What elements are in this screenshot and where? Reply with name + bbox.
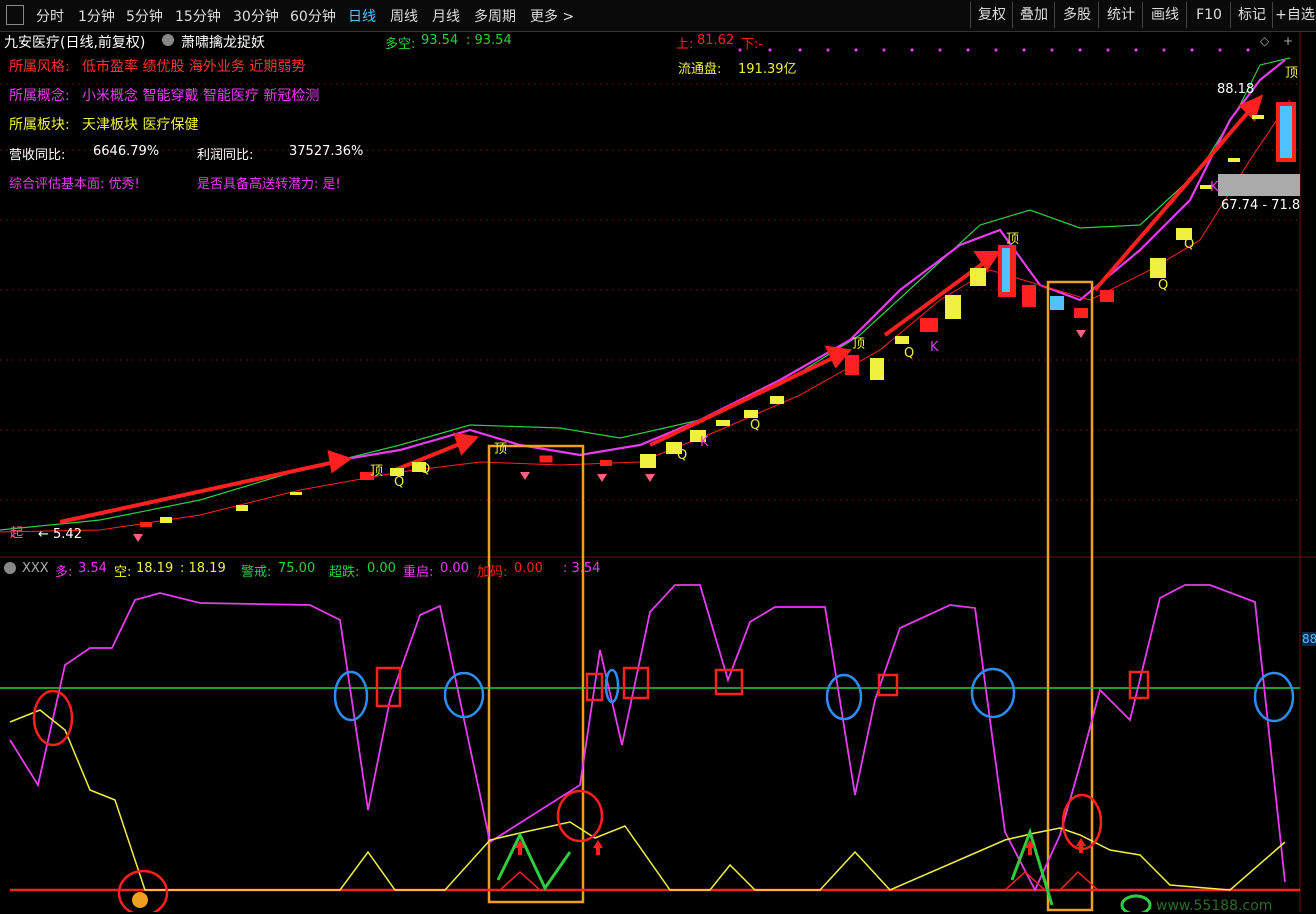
kong-value: 18.19 [136, 561, 174, 576]
warn-label: 警戒: [241, 565, 272, 580]
revenue-value: 6646.79% [93, 144, 160, 159]
q-marker: Q [904, 346, 915, 361]
warn-value: 75.00 [278, 561, 316, 576]
stock-title: 九安医疗(日线,前复权) [4, 35, 146, 51]
low-price-value: 5.42 [53, 527, 82, 542]
restart-line [496, 831, 572, 891]
annotation-circle-blue [443, 671, 485, 719]
indicator-menu-icon[interactable] [162, 34, 174, 46]
style-value: 低市盈率 绩优股 海外业务 近期弱势 [82, 59, 306, 75]
momentum-line [339, 59, 1286, 462]
up-label: 上: [676, 37, 694, 52]
q-marker: Q [394, 475, 405, 490]
addcode-label: 加码: [477, 565, 508, 580]
price-range-label: 67.74 - 71.8 [1221, 198, 1301, 213]
indicator-name: 萧啸擒龙捉妖 [181, 35, 265, 51]
subchart-name: XXX [22, 561, 49, 576]
float-value: 191.39亿 [738, 62, 797, 77]
top-marker: 顶 [370, 464, 384, 479]
low-price-label: ← 5.42 [38, 527, 82, 542]
k-marker: K [930, 340, 939, 355]
sector-value: 天津板块 医疗保健 [82, 117, 199, 133]
addcode-value: 0.00 [514, 561, 543, 576]
concept-value: 小米概念 智能穿戴 智能医疗 新冠检测 [82, 88, 320, 104]
addcode-red-1 [499, 870, 541, 891]
annotation-circle-blue [825, 673, 863, 721]
q-marker: Q [750, 418, 761, 433]
top-marker: 顶 [494, 442, 508, 457]
up-value: 81.62 [697, 33, 735, 48]
top-dots [738, 48, 1250, 52]
k-marker: K [1210, 180, 1219, 195]
annotation-circle-blue [970, 667, 1016, 719]
q-marker: Q [1184, 237, 1195, 252]
potential-text: 是否具备高送转潜力: 是! [197, 177, 341, 192]
q-marker: Q [1158, 278, 1169, 293]
duo-value: 3.54 [78, 561, 107, 576]
annotation-box-red [375, 666, 402, 708]
duo-label: 多: [55, 565, 73, 580]
price-high-label: 88.18 [1217, 82, 1255, 97]
profit-label: 利润同比: [197, 148, 254, 163]
kong-value2: : 18.19 [180, 561, 226, 576]
diamond-toggle-icon[interactable]: ◇ [1260, 34, 1269, 48]
oversold-label: 超跌: [329, 565, 360, 580]
sector-label: 所属板块: [9, 117, 70, 133]
duokong-value2: : 93.54 [466, 33, 512, 48]
annotation-circle-red [556, 789, 604, 843]
down-label: 下:- [741, 37, 764, 52]
chart-canvas [0, 32, 1316, 912]
right-axis-value: 88 [1302, 632, 1316, 646]
last-value: : 3.54 [563, 561, 601, 576]
restart-value: 0.00 [440, 561, 469, 576]
watermark-logo-icon [1120, 894, 1152, 912]
style-label: 所属风格: [9, 59, 70, 75]
plus-icon[interactable]: + [1283, 34, 1293, 48]
k-marker: K [700, 435, 709, 450]
buy-signal-icon [132, 892, 148, 908]
revenue-label: 营收同比: [9, 148, 66, 163]
q-marker: Q [677, 448, 688, 463]
subchart-menu-icon[interactable] [4, 562, 16, 574]
qi-marker: 起 [10, 526, 24, 541]
restart-label: 重启: [403, 565, 434, 580]
annotation-box-red [622, 666, 650, 700]
restart-line-2 [1010, 827, 1054, 906]
up-arrow-icon [515, 838, 1086, 855]
kong-label: 空: [114, 565, 132, 580]
candles [140, 102, 1300, 527]
oversold-value: 0.00 [367, 561, 396, 576]
duokong-label: 多空: [385, 37, 416, 52]
highlight-box-2 [1046, 280, 1094, 912]
top-marker: 顶 [852, 337, 866, 352]
concept-label: 所属概念: [9, 88, 70, 104]
annotation-box-red [714, 668, 744, 696]
profit-value: 37527.36% [289, 144, 364, 159]
duokong-value: 93.54 [421, 33, 459, 48]
q-marker: Q [420, 462, 431, 477]
top-marker: 顶 [1285, 66, 1299, 81]
top-marker: 顶 [1006, 232, 1020, 247]
annotation-circle-blue [1253, 671, 1295, 723]
eval-text: 综合评估基本面: 优秀! [9, 177, 140, 192]
float-label: 流通盘: [678, 62, 722, 77]
